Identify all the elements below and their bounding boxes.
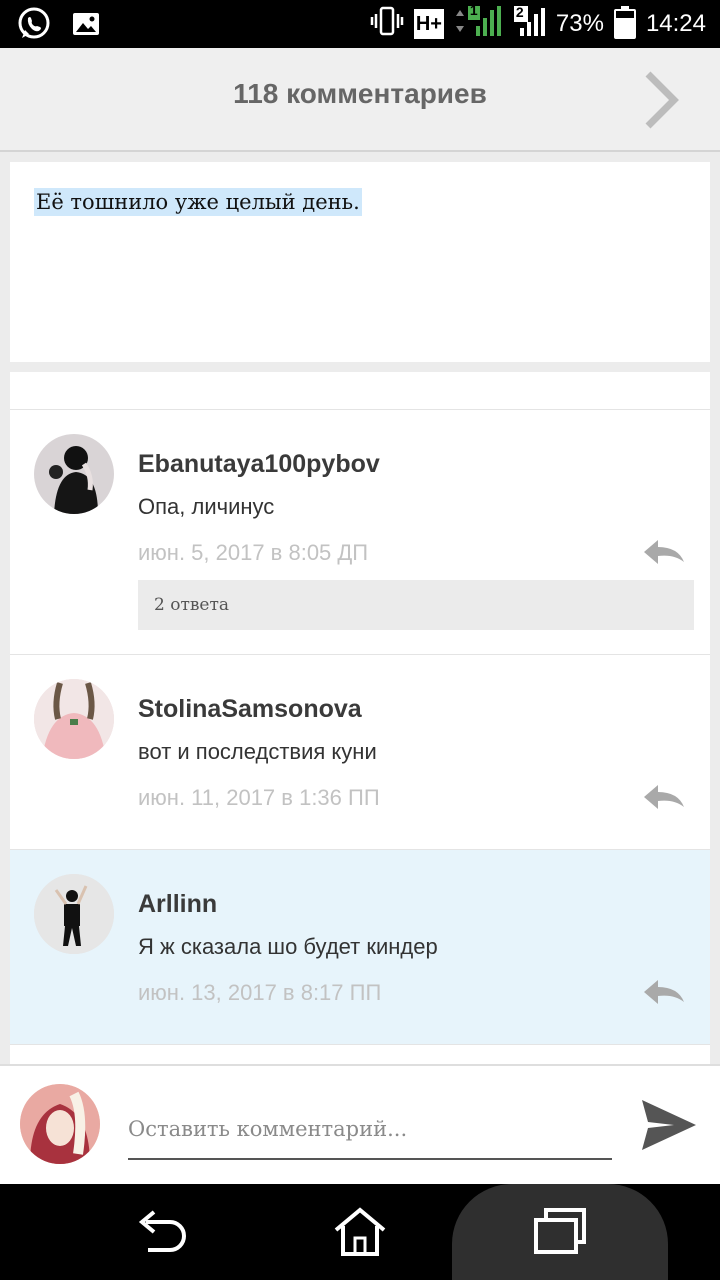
comment-item: Arllinn Я ж сказала шо будет киндер июн.… (10, 849, 710, 1045)
sim2-label: 2 (515, 3, 524, 20)
reply-icon[interactable] (642, 783, 686, 816)
comment-text: вот и последствия куни (138, 739, 377, 764)
clock: 14:24 (645, 10, 706, 37)
home-icon[interactable] (332, 1206, 388, 1263)
chevron-right-icon[interactable] (642, 70, 682, 135)
status-bar: H+ 1 2 73% 14:24 (0, 0, 720, 48)
comment-author[interactable]: Ebanutaya100pybov (138, 450, 380, 479)
system-nav-bar (0, 1184, 720, 1280)
back-icon[interactable] (134, 1206, 188, 1261)
signal-icon: 1 (454, 1, 502, 45)
whatsapp-icon (16, 6, 52, 47)
vibrate-icon (370, 6, 404, 43)
page-title: 118 комментариев (233, 78, 487, 109)
comment-composer (0, 1064, 720, 1184)
reply-icon[interactable] (642, 978, 686, 1011)
comment-author[interactable]: Arllinn (138, 890, 217, 919)
comments-list[interactable]: Ebanutaya100pybov Опа, личинус июн. 5, 2… (10, 372, 710, 1064)
avatar[interactable] (34, 874, 114, 954)
battery-icon (613, 6, 636, 39)
app-header: 118 комментариев (0, 48, 720, 152)
comment-item-partial (10, 1044, 710, 1064)
network-type-badge: H+ (413, 9, 444, 39)
avatar[interactable] (34, 679, 114, 759)
avatar[interactable] (34, 434, 114, 514)
view-replies-button[interactable]: 2 ответа (138, 580, 694, 630)
recent-apps-icon[interactable] (532, 1206, 588, 1261)
reply-icon[interactable] (642, 538, 686, 571)
comment-date: июн. 5, 2017 в 8:05 ДП (138, 540, 369, 565)
comment-item: Ebanutaya100pybov Опа, личинус июн. 5, 2… (10, 409, 710, 655)
post-card: Её тошнило уже целый день. (10, 162, 710, 362)
avatar[interactable] (20, 1084, 100, 1164)
comment-date: июн. 11, 2017 в 1:36 ПП (138, 785, 380, 810)
post-text: Её тошнило уже целый день. (34, 188, 362, 216)
sim1-label: 1 (469, 1, 478, 18)
comment-author[interactable]: StolinaSamsonova (138, 695, 362, 724)
comment-text: Я ж сказала шо будет киндер (138, 934, 438, 959)
signal-icon-2: 2 (512, 4, 546, 45)
gallery-icon (70, 8, 102, 45)
send-icon[interactable] (640, 1098, 698, 1157)
comment-date: июн. 13, 2017 в 8:17 ПП (138, 980, 382, 1005)
comment-input[interactable] (128, 1106, 612, 1160)
battery-percent: 73% (555, 10, 604, 37)
comment-item: StolinaSamsonova вот и последствия куни … (10, 654, 710, 850)
comment-text: Опа, личинус (138, 494, 275, 519)
